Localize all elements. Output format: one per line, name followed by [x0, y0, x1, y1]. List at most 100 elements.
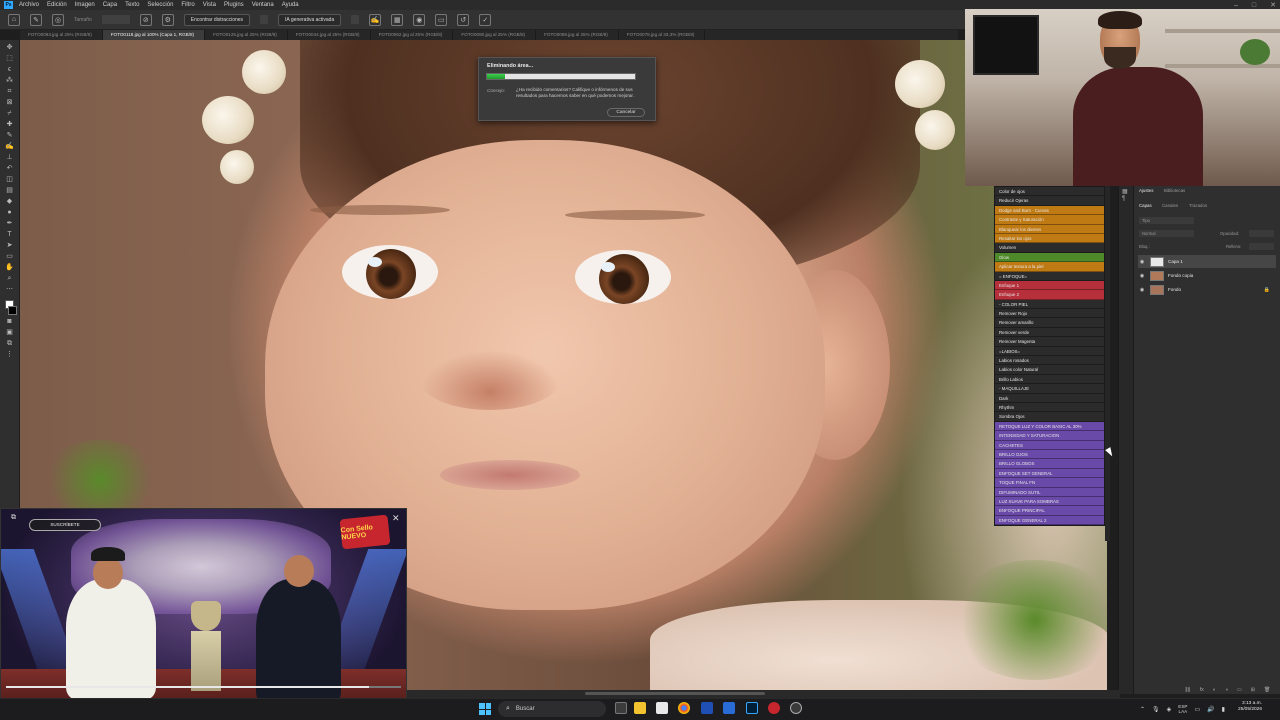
remove-tool-icon[interactable]: ✎ [4, 131, 15, 140]
group-icon[interactable]: ▭ [1237, 687, 1242, 695]
tab-document[interactable]: FOTO0078.jpg al 33,3% (RGB/8) [619, 30, 706, 40]
action-item[interactable]: Enfoque 1 [995, 280, 1104, 291]
action-item[interactable]: BRILLO GLOBOS [995, 459, 1104, 469]
adjust-panel-icon[interactable]: ▦ [1122, 188, 1128, 195]
action-item[interactable]: CACHETES [995, 440, 1104, 450]
action-item[interactable]: Brillo Labios [995, 374, 1104, 385]
quick-mask-icon[interactable]: ◙ [4, 317, 15, 326]
action-item[interactable]: BRILLO OJOS [995, 449, 1104, 460]
action-item[interactable]: - COLOR PIEL [995, 299, 1104, 310]
more-tools-icon[interactable]: ⋯ [4, 285, 15, 294]
tab-document[interactable]: FOTO0080.jpg al 25% (RGB/8) [453, 30, 537, 40]
action-item[interactable]: ENFOQUE GENERAL 2 [995, 515, 1104, 525]
link-layers-icon[interactable]: ⛓ [1185, 687, 1191, 695]
brush-icon[interactable]: ✍ [369, 13, 382, 26]
opera-icon[interactable] [768, 702, 780, 714]
photoshop-taskbar-icon[interactable] [746, 702, 758, 714]
brush-tool-icon[interactable]: ✍ [4, 142, 15, 151]
menu-archivo[interactable]: Archivo [19, 2, 39, 8]
visibility-eye-icon[interactable]: ◉ [1138, 259, 1146, 265]
action-item[interactable]: LUZ SUAVE PARA SOMBRAS [995, 496, 1104, 507]
action-item[interactable]: Aplicar textura a la piel [995, 262, 1104, 272]
layer-row[interactable]: ◉ Fondo copia [1138, 269, 1276, 282]
eraser-tool-icon[interactable]: ◫ [4, 175, 15, 184]
action-item[interactable]: Resaltar los ojos [995, 233, 1104, 244]
path-select-tool-icon[interactable]: ➤ [4, 241, 15, 250]
edit-toolbar-icon[interactable]: ⋮ [4, 350, 15, 359]
paragraph-panel-icon[interactable]: ¶ [1122, 196, 1125, 202]
action-item[interactable]: ENFOQUE SET GENERAL [995, 468, 1104, 479]
close-window-icon[interactable]: ✕ [1270, 1, 1276, 9]
opacity-input[interactable] [1249, 230, 1274, 237]
task-view-icon[interactable] [615, 702, 627, 714]
action-item[interactable]: INTENSIDAD Y SATURACION [995, 431, 1104, 441]
tab-paths[interactable]: Trazados [1189, 203, 1207, 208]
shape-tool-icon[interactable]: ▭ [4, 252, 15, 261]
tab-document[interactable]: FOTO0125.jpg al 25% (RGB/8) [205, 30, 288, 40]
gradient-tool-icon[interactable]: ▤ [4, 186, 15, 195]
shield-icon[interactable]: ◈ [1167, 706, 1172, 713]
clock[interactable]: 3:13 a.m. 25/05/2026 [1238, 701, 1262, 713]
menu-texto[interactable]: Texto [125, 2, 139, 8]
menu-capa[interactable]: Capa [103, 2, 117, 8]
layer-name[interactable]: Capa 1 [1168, 259, 1276, 264]
messenger-icon[interactable] [723, 702, 735, 714]
action-item[interactable]: DIFUMINADO SUTIL [995, 487, 1104, 497]
action-item[interactable]: Contraste y Saturación [995, 215, 1104, 225]
language-indicator[interactable]: ESP LAA [1178, 704, 1187, 714]
volume-tray-icon[interactable]: 🔊 [1207, 706, 1214, 713]
action-item[interactable]: RETOQUE LUZ Y COLOR BASIC AL 30% [995, 421, 1104, 432]
network-icon[interactable]: ▭ [1194, 706, 1200, 713]
mic-icon[interactable]: 🎙 [1152, 706, 1160, 713]
visibility-eye-icon[interactable]: ◉ [1138, 273, 1146, 279]
lightroom-icon[interactable] [701, 702, 713, 714]
chrome-icon[interactable] [678, 702, 690, 714]
zoom-tool-icon[interactable]: ⌕ [4, 274, 15, 283]
action-item[interactable]: Sombra Ojos [995, 412, 1104, 422]
battery-icon[interactable]: ▮ [1222, 706, 1225, 713]
blend-mode-select[interactable]: Normal [1139, 230, 1194, 237]
comment-icon[interactable]: ▭ [435, 13, 448, 26]
menu-seleccion[interactable]: Selección [147, 2, 173, 8]
menu-ventana[interactable]: Ventana [252, 2, 274, 8]
artboard-icon[interactable]: ⧉ [4, 339, 15, 348]
action-item[interactable]: Enfoque 2 [995, 290, 1104, 300]
distractions-dropdown[interactable] [260, 15, 269, 24]
tab-document[interactable]: FOTO0062.jpg al 25% (RGB/8) [371, 30, 454, 40]
layer-thumbnail[interactable] [1150, 284, 1164, 295]
back-to-tab-icon[interactable]: ⧉ [11, 514, 16, 522]
layer-row[interactable]: ◉ Capa 1 [1138, 255, 1276, 268]
menu-plugins[interactable]: Plugins [224, 2, 244, 8]
file-explorer-icon[interactable] [634, 702, 646, 714]
action-item[interactable]: Glow [995, 252, 1104, 263]
history-brush-icon[interactable]: ↶ [4, 164, 15, 173]
action-item[interactable]: Remover verde [995, 327, 1104, 338]
video-seek-bar[interactable] [6, 686, 401, 688]
picture-in-picture-video[interactable]: ⧉ SUSCRÍBETE Con Sello NUEVO ✕ [0, 508, 407, 720]
photoshop-logo-icon[interactable]: Ps [4, 1, 13, 9]
menu-filtro[interactable]: Filtro [181, 2, 194, 8]
layer-style-icon[interactable]: fx [1200, 687, 1204, 695]
action-item[interactable]: = ENFOQUE= [995, 271, 1104, 281]
maximize-icon[interactable]: □ [1252, 2, 1256, 9]
screen-mode-icon[interactable]: ▣ [4, 328, 15, 337]
eyedropper-tool-icon[interactable]: ⌿ [4, 109, 15, 118]
generative-ai-button[interactable]: IA generativa activada [278, 13, 342, 26]
layer-kind-filter[interactable]: Tipo [1139, 217, 1194, 224]
action-item[interactable]: Labios rosados [995, 356, 1104, 366]
layer-thumbnail[interactable] [1150, 256, 1164, 267]
action-item[interactable]: Blanquear los dientes [995, 224, 1104, 234]
settings-app-icon[interactable] [790, 702, 802, 714]
action-item[interactable]: Reducir Ojeras [995, 196, 1104, 206]
action-item[interactable]: Remover amarillo [995, 318, 1104, 328]
tab-document[interactable]: FOTO0044.jpg al 25% (RGB/8) [288, 30, 371, 40]
action-item[interactable]: Rhythm [995, 402, 1104, 413]
tab-document[interactable]: FOTO0089.jpg al 25% (RGB/8) [536, 30, 619, 40]
new-layer-icon[interactable]: ⊞ [1251, 687, 1255, 695]
ai-dropdown[interactable] [351, 15, 360, 24]
hand-tool-icon[interactable]: ✋ [4, 263, 15, 272]
adjustment-layer-icon[interactable]: ◑ [1225, 687, 1228, 695]
stamp-tool-icon[interactable]: ⊥ [4, 153, 15, 162]
menu-imagen[interactable]: Imagen [75, 2, 95, 8]
horizontal-scrollbar[interactable] [585, 692, 765, 695]
